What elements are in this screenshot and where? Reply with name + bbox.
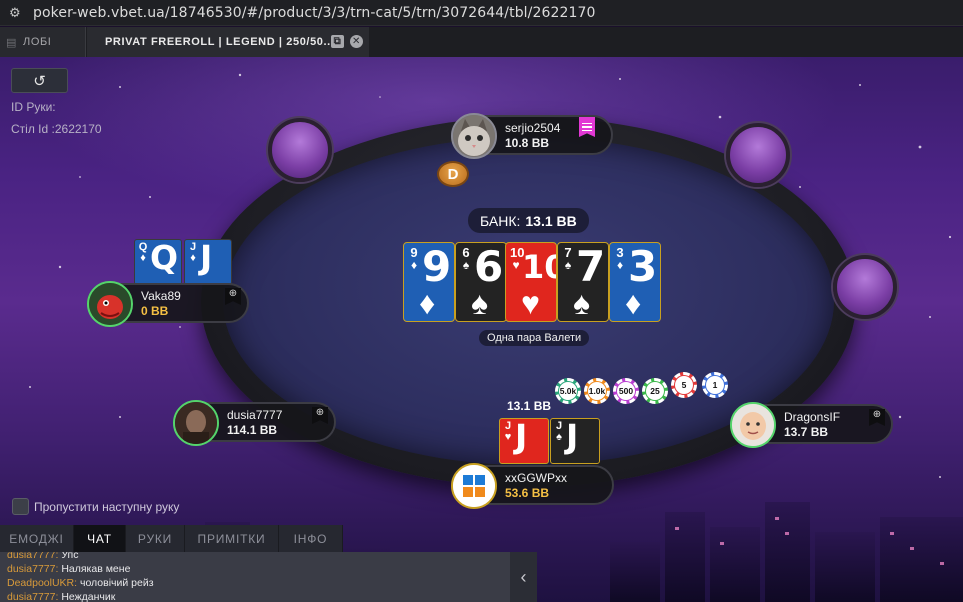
chip-button[interactable]: 500	[613, 378, 639, 404]
player-badge-icon[interactable]: ⊕	[869, 409, 885, 426]
avatar	[730, 402, 776, 448]
empty-seat[interactable]	[268, 118, 332, 182]
hand-history-button[interactable]: ↺	[11, 68, 68, 93]
hero-bet-amount: 13.1 BB	[507, 399, 552, 413]
chip-button[interactable]: 5	[671, 372, 697, 398]
skip-checkbox[interactable]	[12, 498, 29, 515]
tab-chat[interactable]: ЧАТ	[74, 525, 126, 552]
player-seat-right[interactable]: DragonsIF 13.7 BB ⊕	[730, 402, 893, 448]
hero-card-2: J ♠ J	[550, 418, 600, 464]
player-stack: 0 BB	[141, 304, 169, 318]
avatar	[451, 463, 497, 509]
board-card: 10♥10♥	[505, 242, 557, 322]
player-name: DragonsIF	[784, 410, 841, 424]
player-name: serjio2504	[505, 121, 561, 135]
avatar	[451, 113, 497, 159]
hero-card-1: J ♥ J	[499, 418, 549, 464]
skip-label: Пропустити наступну руку	[34, 499, 180, 514]
site-settings-icon[interactable]: ⚙	[9, 5, 27, 21]
player-name: dusia7777	[227, 408, 283, 422]
skip-next-hand[interactable]: Пропустити наступну руку	[12, 498, 179, 515]
tab-table-label: PRIVAT FREEROLL | LEGEND | 250/50...	[105, 36, 335, 48]
player-badge-icon[interactable]: ⊕	[312, 407, 328, 424]
close-icon[interactable]: ✕	[350, 35, 363, 48]
empty-seat[interactable]	[833, 255, 897, 319]
baby-avatar-icon	[732, 404, 774, 446]
chat-line: dusia7777: Упс	[7, 552, 79, 561]
player-badge-icon[interactable]: ⊕	[225, 288, 241, 305]
lobby-icon: ▤	[6, 36, 17, 49]
hand-rank-label: Одна пара Валети	[479, 330, 590, 346]
pot-label: БАНК:	[480, 212, 521, 229]
player-left-card-1: Q ♦ Q	[134, 239, 182, 285]
poker-table-scene: ↺ ID Руки: Стіл Id :2622170 serjio2504 1…	[0, 57, 963, 602]
chat-line: dusia7777: Нежданчик	[7, 591, 116, 602]
tab-lobby[interactable]: ▤ ЛОБІ	[0, 27, 86, 57]
tab-bar: ▤ ЛОБІ PRIVAT FREEROLL | LEGEND | 250/50…	[0, 27, 963, 57]
chip-button[interactable]: 1	[702, 372, 728, 398]
tab-emoji[interactable]: ЕМОДЖІ	[0, 525, 74, 552]
person-avatar-icon	[175, 402, 217, 444]
pot-value: 13.1 BB	[525, 212, 577, 229]
avatar	[173, 400, 219, 446]
tab-info[interactable]: ІНФО	[279, 525, 343, 552]
chat-line: dusia7777: Налякав мене	[7, 563, 131, 575]
player-stack: 114.1 BB	[227, 423, 278, 437]
dealer-button: D	[437, 161, 469, 187]
player-name: xxGGWPxx	[505, 471, 567, 485]
logo-avatar-icon	[453, 465, 495, 507]
player-note-icon[interactable]	[579, 117, 595, 137]
player-stack: 53.6 BB	[505, 486, 550, 500]
address-bar[interactable]: ⚙ poker-web.vbet.ua/18746530/#/product/3…	[0, 0, 963, 26]
chip-button[interactable]: 5.0k	[555, 378, 581, 404]
cat-avatar-icon	[453, 115, 495, 157]
board-card: 9 ♦ 9 ♦	[403, 242, 455, 322]
chat-messages: dusia7777: Упс dusia7777: Налякав мене D…	[0, 552, 510, 602]
empty-seat[interactable]	[726, 123, 790, 187]
player-stack: 13.7 BB	[784, 425, 829, 439]
hand-id: ID Руки:	[11, 100, 56, 114]
player-stack: 10.8 BB	[505, 136, 550, 150]
url-text[interactable]: poker-web.vbet.ua/18746530/#/product/3/3…	[33, 5, 596, 21]
minimize-icon[interactable]: ⧉	[331, 35, 344, 48]
player-seat-hero[interactable]: xxGGWPxx 53.6 BB	[451, 463, 614, 509]
history-icon: ↺	[33, 72, 46, 90]
player-left-card-2: J ♦ J	[184, 239, 232, 285]
pot-display: БАНК: 13.1 BB	[468, 208, 589, 233]
player-seat-top[interactable]: serjio2504 10.8 BB	[451, 113, 613, 159]
player-seat-dusia[interactable]: dusia7777 114.1 BB ⊕	[173, 400, 336, 446]
tab-hands[interactable]: РУКИ	[126, 525, 185, 552]
chevron-left-icon: ‹	[520, 566, 527, 587]
tab-lobby-label: ЛОБІ	[23, 36, 52, 48]
board-card: 7 ♠ 7 ♠	[557, 242, 609, 322]
board-card: 3 ♦ 3 ♦	[609, 242, 661, 322]
tab-notes[interactable]: ПРИМІТКИ	[185, 525, 279, 552]
avatar	[87, 281, 133, 327]
chip-button[interactable]: 25	[642, 378, 668, 404]
player-name: Vaka89	[141, 289, 181, 303]
red-creature-avatar-icon	[89, 283, 131, 325]
chip-button[interactable]: 1.0k	[584, 378, 610, 404]
table-id: Стіл Id :2622170	[11, 122, 102, 136]
player-seat-left[interactable]: Vaka89 0 BB ⊕	[87, 281, 249, 327]
chat-line: DeadpoolUKR: чоловічий рейз	[7, 577, 154, 589]
chat-collapse-button[interactable]: ‹	[510, 552, 537, 602]
bottom-panel-tabs: ЕМОДЖІ ЧАТ РУКИ ПРИМІТКИ ІНФО	[0, 525, 343, 552]
tab-table[interactable]: PRIVAT FREEROLL | LEGEND | 250/50... ⧉ ✕	[87, 27, 369, 57]
board-card: 6 ♠ 6 ♠	[455, 242, 507, 322]
